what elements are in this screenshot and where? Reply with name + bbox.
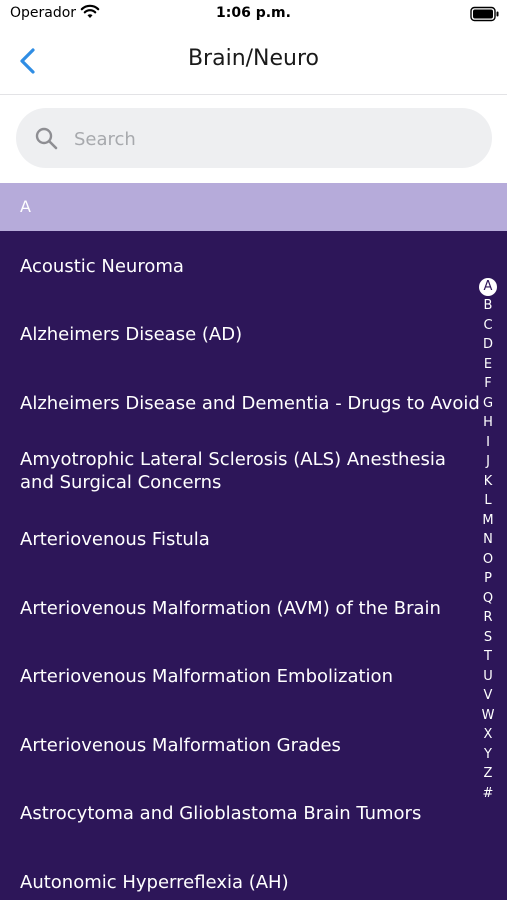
list-item-label: Alzheimers Disease and Dementia - Drugs … [20,393,480,414]
index-letter-y[interactable]: Y [476,746,500,764]
list-item[interactable]: Arteriovenous Malformation (AVM) of the … [0,597,470,637]
list-item-label: Arteriovenous Malformation Embolization [20,666,393,687]
list-item[interactable]: Arteriovenous Malformation Embolization [0,665,470,705]
index-letter-j[interactable]: J [476,453,500,471]
index-letter-u[interactable]: U [476,668,500,686]
index-letter-w[interactable]: W [476,707,500,725]
list-item-label: Autonomic Hyperreflexia (AH) [20,872,289,893]
index-letter-s[interactable]: S [476,629,500,647]
index-letter-t[interactable]: T [476,648,500,666]
index-letter-n[interactable]: N [476,531,500,549]
section-header-letter: A [20,197,31,216]
index-letter-f[interactable]: F [476,375,500,393]
index-letter-v[interactable]: V [476,687,500,705]
index-letter-a[interactable]: A [479,278,497,296]
search-input[interactable] [72,123,476,155]
list-item-label: Acoustic Neuroma [20,256,184,277]
list-item[interactable]: Amyotrophic Lateral Sclerosis (ALS) Anes… [0,448,470,508]
search-icon [35,127,58,150]
index-letter-q[interactable]: Q [476,590,500,608]
list-item-label: Amyotrophic Lateral Sclerosis (ALS) Anes… [20,449,446,493]
section-header: A [0,183,507,231]
index-letter-c[interactable]: C [476,317,500,335]
index-letter-d[interactable]: D [476,336,500,354]
section-index: A B C D E F G H I J K L M N O P Q R S T … [476,276,500,806]
list-item-label: Alzheimers Disease (AD) [20,324,243,345]
index-letter-b[interactable]: B [476,297,500,315]
list-item[interactable]: Alzheimers Disease and Dementia - Drugs … [0,392,480,432]
status-bar: Operador 1:06 p.m. [0,0,507,30]
list-item-label: Astrocytoma and Glioblastoma Brain Tumor… [20,803,422,824]
index-letter-h[interactable]: H [476,414,500,432]
index-letter-k[interactable]: K [476,473,500,491]
index-letter-m[interactable]: M [476,512,500,530]
index-letter-p[interactable]: P [476,570,500,588]
index-letter-e[interactable]: E [476,356,500,374]
index-letter-r[interactable]: R [476,609,500,627]
battery-icon [470,6,499,22]
list-item[interactable]: Arteriovenous Fistula [0,528,470,568]
topic-list: Acoustic Neuroma Alzheimers Disease (AD)… [0,231,507,900]
list-item[interactable]: Acoustic Neuroma [0,255,470,295]
page-title: Brain/Neuro [187,46,320,71]
index-letter-hash[interactable]: # [476,785,500,803]
index-letter-x[interactable]: X [476,726,500,744]
index-letter-z[interactable]: Z [476,765,500,783]
status-time: 1:06 p.m. [216,5,291,21]
search-bar [0,95,507,183]
list-item[interactable]: Alzheimers Disease (AD) [0,323,470,363]
search-field[interactable] [16,108,492,168]
list-item[interactable]: Autonomic Hyperreflexia (AH) [0,871,470,900]
list-item[interactable]: Arteriovenous Malformation Grades [0,734,470,774]
list-item-label: Arteriovenous Malformation Grades [20,735,341,756]
index-letter-o[interactable]: O [476,551,500,569]
index-letter-l[interactable]: L [476,492,500,510]
index-letter-g[interactable]: G [476,395,500,413]
list-item-label: Arteriovenous Malformation (AVM) of the … [20,598,441,619]
list-item-label: Arteriovenous Fistula [20,529,210,550]
navigation-bar: Brain/Neuro [0,30,507,95]
list-item[interactable]: Astrocytoma and Glioblastoma Brain Tumor… [0,802,470,842]
index-letter-i[interactable]: I [476,434,500,452]
